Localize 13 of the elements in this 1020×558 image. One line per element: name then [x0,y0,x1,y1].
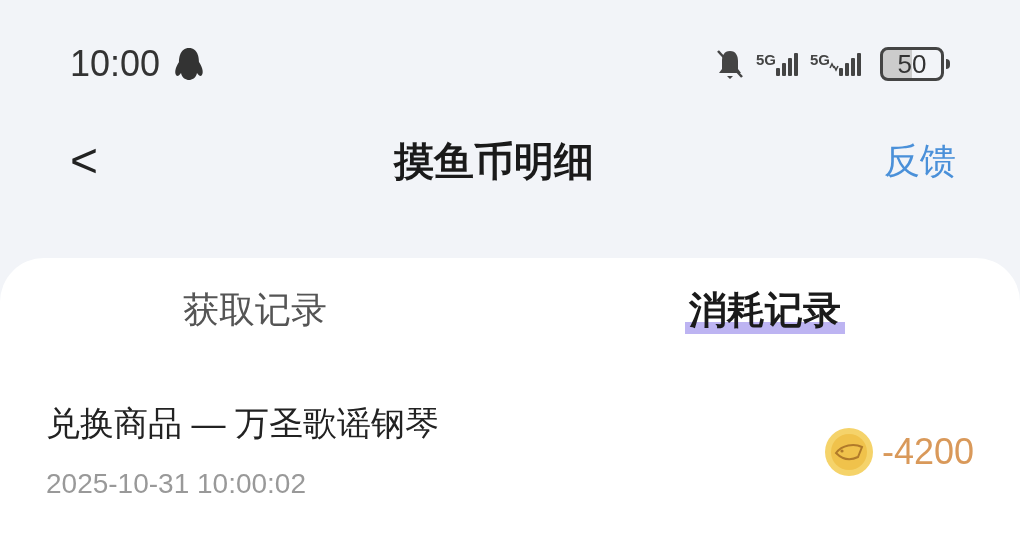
status-time: 10:00 [70,42,161,86]
record-time: 2025-10-31 10:00:02 [46,467,307,501]
tab[interactable]: 获取记录 [179,283,331,337]
back-button[interactable]: < [64,137,104,185]
signal-icon [774,52,800,76]
fish-coin-icon [823,426,874,477]
network-label: 5G [810,52,830,67]
record-title: 兑换商品 — 万圣歌谣钢琴 [46,403,439,444]
signal-icon [828,52,862,76]
coin-amount: -4200 [881,429,974,474]
network-label: 5G [755,52,776,67]
battery-level: 50 [897,51,927,77]
page-title: 摸鱼币明细 [394,138,594,185]
